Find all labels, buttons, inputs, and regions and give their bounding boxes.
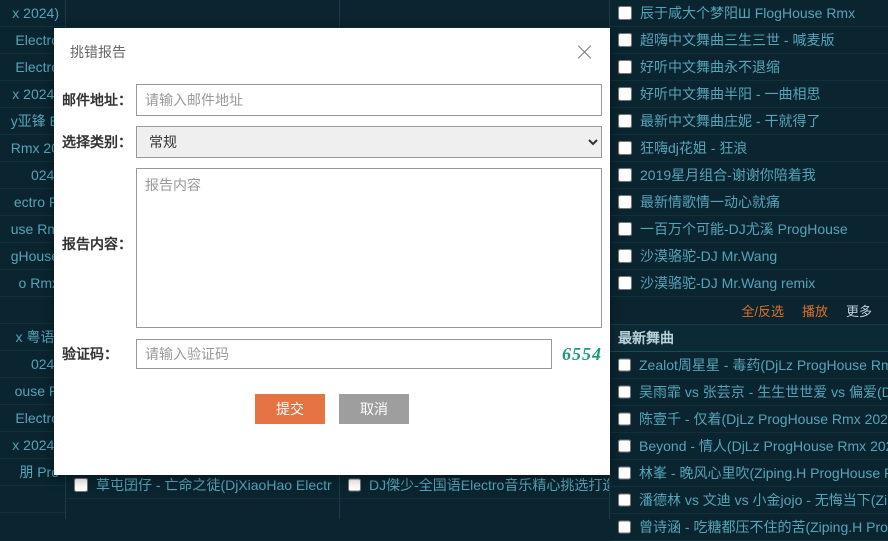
content-label: 报告内容： xyxy=(62,168,136,260)
type-label: 选择类别： xyxy=(62,126,136,158)
modal-title: 挑错报告 xyxy=(70,42,126,62)
list-item[interactable]: 狂嗨dj花姐 - 狂浪 xyxy=(610,135,888,162)
list-item[interactable]: DJ傑少-全国语Electro音乐精心挑选打造 xyxy=(340,472,609,499)
song-checkbox[interactable] xyxy=(618,439,631,453)
song-checkbox[interactable] xyxy=(618,466,631,480)
song-checkbox[interactable] xyxy=(618,385,631,399)
submit-button[interactable]: 提交 xyxy=(255,394,325,424)
list-item[interactable]: Beyond - 情人(DjLz ProgHouse Rmx 202 xyxy=(610,433,888,460)
song-title: 2019星月组合-谢谢你陪着我 xyxy=(640,165,816,185)
song-checkbox[interactable] xyxy=(618,87,632,101)
email-input[interactable] xyxy=(136,84,602,116)
song-title: 沙漠骆驼-DJ Mr.Wang xyxy=(640,246,777,266)
song-title: 吴雨霏 vs 张芸京 - 生生世世爱 vs 偏爱(Dj小 xyxy=(639,382,888,402)
modal-buttons: 提交 取消 xyxy=(54,394,610,424)
list-item[interactable]: 最新中文舞曲庄妮 - 干就得了 xyxy=(610,108,888,135)
list-item[interactable]: 沙漠骆驼-DJ Mr.Wang xyxy=(610,243,888,270)
song-checkbox[interactable] xyxy=(618,249,632,263)
song-title: Beyond - 情人(DjLz ProgHouse Rmx 202 xyxy=(639,436,888,456)
form: 邮件地址： 选择类别： 常规 报告内容： 验证码： 6554 xyxy=(54,76,610,370)
left-trunc xyxy=(0,486,65,513)
song-checkbox[interactable] xyxy=(348,478,361,492)
song-title: 沙漠骆驼-DJ Mr.Wang remix xyxy=(640,273,815,293)
song-title: 陈壹千 - 仅着(DjLz ProgHouse Rmx 2024 xyxy=(639,409,888,429)
song-checkbox[interactable] xyxy=(618,222,632,236)
song-title: 好听中文舞曲半阳 - 一曲相思 xyxy=(640,84,820,104)
song-title: 好听中文舞曲永不退缩 xyxy=(640,57,780,77)
song-checkbox[interactable] xyxy=(618,60,632,74)
song-title: DJ傑少-全国语Electro音乐精心挑选打造 xyxy=(369,475,609,495)
captcha-input[interactable] xyxy=(136,339,552,369)
song-title: 一百万个可能-DJ尤溪 ProgHouse xyxy=(640,219,848,239)
song-checkbox[interactable] xyxy=(618,520,631,534)
cancel-button[interactable]: 取消 xyxy=(339,394,409,424)
list-item[interactable]: 吴雨霏 vs 张芸京 - 生生世世爱 vs 偏爱(Dj小 xyxy=(610,379,888,406)
song-title: Zealot周星星 - 毒药(DjLz ProgHouse Rmx xyxy=(639,355,888,375)
song-title: 狂嗨dj花姐 - 狂浪 xyxy=(640,138,747,158)
song-checkbox[interactable] xyxy=(618,33,632,47)
more-link[interactable]: 更多 xyxy=(846,301,872,320)
song-title: 最新中文舞曲庄妮 - 干就得了 xyxy=(640,111,820,131)
list-item[interactable]: 辰于咸大个梦阳Ш FlogHouse Rmx xyxy=(610,0,888,27)
list-item[interactable]: 陈壹千 - 仅着(DjLz ProgHouse Rmx 2024 xyxy=(610,406,888,433)
list-item[interactable]: 一百万个可能-DJ尤溪 ProgHouse xyxy=(610,216,888,243)
song-checkbox[interactable] xyxy=(618,168,632,182)
content-textarea[interactable] xyxy=(136,168,602,328)
song-checkbox[interactable] xyxy=(618,141,632,155)
song-checkbox[interactable] xyxy=(74,478,88,492)
song-checkbox[interactable] xyxy=(618,276,632,290)
list-item[interactable]: 林峯 - 晚风心里吹(Ziping.H ProgHouse R xyxy=(610,460,888,487)
type-select[interactable]: 常规 xyxy=(136,126,602,158)
song-checkbox[interactable] xyxy=(618,493,631,507)
song-title: 林峯 - 晚风心里吹(Ziping.H ProgHouse R xyxy=(639,463,888,483)
song-title: 潘德林 vs 文迪 vs 小金jojo - 无悔当下(Zipi xyxy=(639,490,888,510)
song-checkbox[interactable] xyxy=(618,6,632,20)
song-checkbox[interactable] xyxy=(618,114,632,128)
list-item[interactable]: 好听中文舞曲永不退缩 xyxy=(610,54,888,81)
list-item[interactable]: 最新情歌情一动心就痛 xyxy=(610,189,888,216)
error-report-modal: 挑错报告 邮件地址： 选择类别： 常规 报告内容： 验证码： 6554 提交 取… xyxy=(54,28,610,475)
song-title: 草屯囝仔 - 亡命之徒(DjXiaoHao Electr xyxy=(96,475,332,495)
list-item[interactable]: 曾诗涵 - 吃糖都压不住的苦(Ziping.H Prog xyxy=(610,514,888,541)
captcha-label: 验证码： xyxy=(62,338,136,370)
left-trunc: x 2024) xyxy=(0,0,65,27)
select-all-link[interactable]: 全/反选 xyxy=(741,301,784,320)
list-item[interactable]: 2019星月组合-谢谢你陪着我 xyxy=(610,162,888,189)
song-checkbox[interactable] xyxy=(618,195,632,209)
list-item[interactable]: 超嗨中文舞曲三生三世 - 喊麦版 xyxy=(610,27,888,54)
captcha-code: 6554 xyxy=(552,344,602,365)
section-title: 最新舞曲 xyxy=(610,325,888,352)
song-title: 曾诗涵 - 吃糖都压不住的苦(Ziping.H Prog xyxy=(639,517,888,537)
list-item[interactable]: 草屯囝仔 - 亡命之徒(DjXiaoHao Electr xyxy=(66,472,339,499)
close-icon[interactable] xyxy=(576,43,594,61)
modal-header: 挑错报告 xyxy=(54,28,610,76)
song-checkbox[interactable] xyxy=(618,412,631,426)
song-title: 超嗨中文舞曲三生三世 - 喊麦版 xyxy=(640,30,834,50)
song-title: 最新情歌情一动心就痛 xyxy=(640,192,780,212)
email-label: 邮件地址： xyxy=(62,84,136,116)
list-item[interactable]: 好听中文舞曲半阳 - 一曲相思 xyxy=(610,81,888,108)
song-checkbox[interactable] xyxy=(618,358,631,372)
list-item[interactable]: 潘德林 vs 文迪 vs 小金jojo - 无悔当下(Zipi xyxy=(610,487,888,514)
song-title: 辰于咸大个梦阳Ш FlogHouse Rmx xyxy=(640,3,855,23)
list-item[interactable]: 沙漠骆驼-DJ Mr.Wang remix xyxy=(610,270,888,297)
action-row: 全/反选 播放 更多 xyxy=(610,297,888,325)
list-item[interactable]: Zealot周星星 - 毒药(DjLz ProgHouse Rmx xyxy=(610,352,888,379)
right-column: 辰于咸大个梦阳Ш FlogHouse Rmx 超嗨中文舞曲三生三世 - 喊麦版好听… xyxy=(610,0,888,519)
play-link[interactable]: 播放 xyxy=(802,301,828,320)
